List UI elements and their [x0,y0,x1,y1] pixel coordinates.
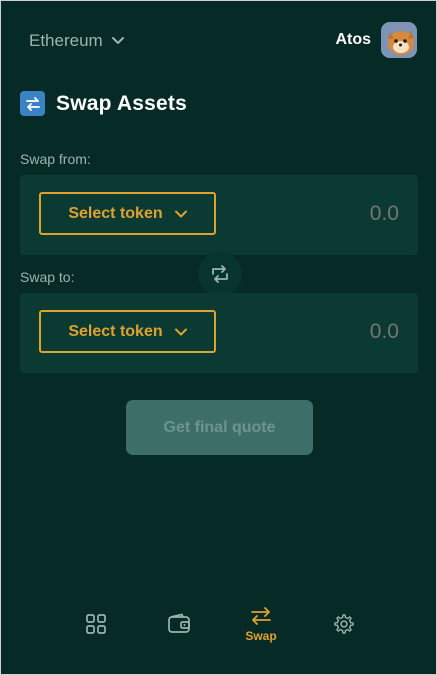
select-token-label: Select token [68,204,163,222]
account-name: Atos [335,31,371,48]
avatar[interactable] [381,22,417,58]
chevron-down-icon [174,210,187,217]
swap-to-select-token-button[interactable]: Select token [39,310,216,353]
swap-icon [251,607,271,625]
nav-swap-label: Swap [245,629,277,643]
switch-direction-button[interactable] [198,252,242,296]
gear-icon [334,614,354,634]
nav-swap[interactable]: Swap [231,598,291,674]
page-header: Swap Assets [20,90,187,117]
network-selector[interactable]: Ethereum [29,29,125,53]
swap-from-select-token-button[interactable]: Select token [39,192,216,235]
swap-to-amount-input[interactable] [279,320,399,344]
page-title: Swap Assets [56,91,187,115]
nav-wallet[interactable] [149,598,209,674]
chevron-down-icon [111,37,124,44]
swap-from-amount-input[interactable] [279,202,399,226]
chevron-down-icon [174,328,187,335]
bottom-navigation: Swap [1,598,436,674]
swap-from-label: Swap from: [20,151,91,167]
swap-assets-icon [20,91,45,116]
account-menu[interactable]: Atos [335,21,417,59]
nav-dashboard[interactable] [66,598,126,674]
swap-from-card: Select token [20,175,418,255]
switch-arrows-icon [212,265,228,283]
wallet-icon [168,613,190,633]
swap-to-card: Select token [20,293,418,373]
nav-settings[interactable] [314,598,374,674]
network-name: Ethereum [29,31,103,50]
select-token-label: Select token [68,322,163,340]
dashboard-grid-icon [86,614,106,634]
swap-window: Ethereum Atos Swap Assets Swap from: Sel… [0,0,437,675]
get-final-quote-button[interactable]: Get final quote [126,400,313,455]
swap-to-label: Swap to: [20,269,75,285]
